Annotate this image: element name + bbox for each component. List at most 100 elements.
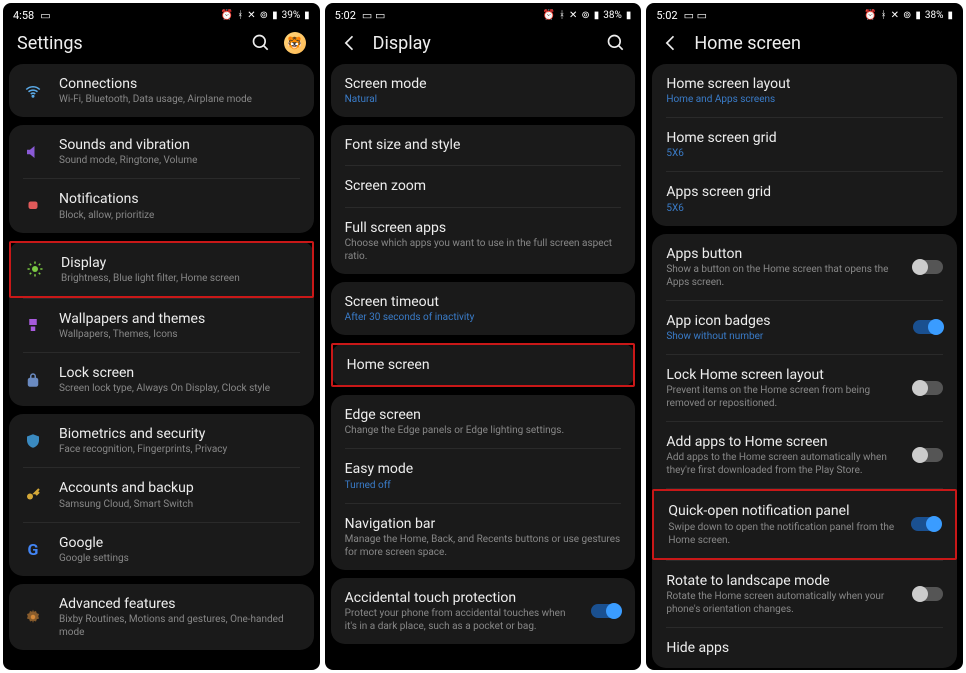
row-hide-apps[interactable]: Hide apps [652, 628, 957, 668]
toggle-rotate[interactable] [913, 587, 943, 601]
status-indicators: ⏰ᚼ✕⊚▮38%▮ [543, 10, 632, 21]
row-easy-mode[interactable]: Easy modeTurned off [331, 449, 636, 502]
settings-row-biometrics[interactable]: Biometrics and securityFace recognition,… [9, 414, 314, 467]
lock-icon [23, 370, 43, 390]
row-apps-button[interactable]: Apps buttonShow a button on the Home scr… [652, 234, 957, 300]
status-app-icon: ▭ [40, 9, 50, 22]
signal-icon: ▮ [915, 10, 921, 21]
row-sub: Show a button on the Home screen that op… [666, 263, 897, 289]
google-icon: G [23, 539, 43, 559]
status-indicators: ⏰ᚼ✕⊚▮38%▮ [864, 10, 953, 21]
settings-row-connections[interactable]: ConnectionsWi-Fi, Bluetooth, Data usage,… [9, 64, 314, 117]
row-hs-layout[interactable]: Home screen layoutHome and Apps screens [652, 64, 957, 117]
settings-row-advanced[interactable]: Advanced featuresBixby Routines, Motions… [9, 584, 314, 650]
row-title: Screen mode [345, 75, 622, 93]
row-title: Sounds and vibration [59, 136, 300, 154]
row-edge-screen[interactable]: Edge screenChange the Edge panels or Edg… [331, 395, 636, 448]
search-icon[interactable] [250, 32, 272, 54]
row-sub: Manage the Home, Back, and Recents butto… [345, 533, 622, 559]
row-hs-grid[interactable]: Home screen grid5X6 [652, 118, 957, 171]
settings-row-notifications[interactable]: NotificationsBlock, allow, prioritize [9, 179, 314, 232]
toggle-lock-layout[interactable] [913, 381, 943, 395]
row-sub: Wi-Fi, Bluetooth, Data usage, Airplane m… [59, 93, 300, 106]
row-title: Accidental touch protection [345, 589, 576, 607]
status-bar: 4:58 ▭ ⏰ ᚼ ✕ ⊚ ▮ 39% ▮ [3, 3, 320, 24]
row-sub: Screen lock type, Always On Display, Clo… [59, 382, 300, 395]
row-font[interactable]: Font size and style [331, 125, 636, 165]
row-title: Hide apps [666, 639, 943, 657]
profile-avatar[interactable]: 🐯 [284, 32, 306, 54]
wifi-icon: ⊚ [260, 10, 268, 21]
row-sub: Bixby Routines, Motions and gestures, On… [59, 613, 300, 639]
row-apps-grid[interactable]: Apps screen grid5X6 [652, 172, 957, 225]
row-title: Lock screen [59, 364, 300, 382]
row-title: Font size and style [345, 136, 622, 154]
battery-pct: 39% [282, 10, 301, 21]
toggle-icon-badges[interactable] [913, 320, 943, 334]
toggle-quick-open[interactable] [911, 517, 941, 531]
battery-icon: ▮ [304, 10, 310, 21]
row-quick-open-notif[interactable]: Quick-open notification panelSwipe down … [652, 489, 957, 559]
signal-icon: ▮ [594, 10, 600, 21]
back-icon[interactable] [660, 32, 682, 54]
toggle-accidental-touch[interactable] [591, 604, 621, 618]
status-bar: 5:02▭ ▭ ⏰ᚼ✕⊚▮38%▮ [646, 3, 963, 24]
row-title: Connections [59, 75, 300, 93]
battery-pct: 38% [925, 10, 944, 21]
bluetooth-icon: ᚼ [237, 10, 243, 21]
row-icon-badges[interactable]: App icon badgesShow without number [652, 301, 957, 354]
phone-screen-1: 4:58 ▭ ⏰ ᚼ ✕ ⊚ ▮ 39% ▮ Settings 🐯 Connec… [3, 3, 320, 670]
row-title: Google [59, 534, 300, 552]
row-sub: Google settings [59, 552, 300, 565]
mute-icon: ✕ [569, 10, 577, 21]
row-title: Home screen [347, 356, 620, 374]
row-title: Quick-open notification panel [668, 502, 895, 520]
row-title: Lock Home screen layout [666, 366, 897, 384]
header: Display [325, 24, 642, 64]
row-sub: Sound mode, Ringtone, Volume [59, 154, 300, 167]
row-title: Easy mode [345, 460, 622, 478]
settings-row-google[interactable]: G GoogleGoogle settings [9, 523, 314, 576]
mute-icon: ✕ [247, 10, 255, 21]
back-icon[interactable] [339, 32, 361, 54]
row-title: App icon badges [666, 312, 897, 330]
row-title: Home screen grid [666, 129, 943, 147]
sound-icon [23, 142, 43, 162]
settings-row-display[interactable]: DisplayBrightness, Blue light filter, Ho… [9, 241, 314, 298]
row-sub: Turned off [345, 479, 622, 492]
settings-row-wallpapers[interactable]: Wallpapers and themesWallpapers, Themes,… [9, 299, 314, 352]
status-time: 5:02 [656, 9, 677, 22]
row-home-screen[interactable]: Home screen [331, 343, 636, 387]
homescreen-list: Home screen layoutHome and Apps screens … [646, 64, 963, 670]
row-zoom[interactable]: Screen zoom [331, 166, 636, 206]
row-fullscreen-apps[interactable]: Full screen appsChoose which apps you wa… [331, 208, 636, 274]
toggle-add-apps[interactable] [913, 448, 943, 462]
row-sub: 5X6 [666, 202, 943, 215]
row-sub: Protect your phone from accidental touch… [345, 607, 576, 633]
row-title: Wallpapers and themes [59, 310, 300, 328]
alarm-icon: ⏰ [864, 10, 876, 21]
settings-row-lockscreen[interactable]: Lock screenScreen lock type, Always On D… [9, 353, 314, 406]
phone-screen-2: 5:02▭ ▭ ⏰ᚼ✕⊚▮38%▮ Display Screen modeNat… [325, 3, 642, 670]
row-sub: Add apps to the Home screen automaticall… [666, 451, 897, 477]
status-app-icon: ▭ ▭ [684, 9, 708, 22]
row-screen-timeout[interactable]: Screen timeoutAfter 30 seconds of inacti… [331, 282, 636, 335]
row-screen-mode[interactable]: Screen modeNatural [331, 64, 636, 117]
row-title: Add apps to Home screen [666, 433, 897, 451]
bell-icon [23, 196, 43, 216]
row-lock-hs-layout[interactable]: Lock Home screen layoutPrevent items on … [652, 355, 957, 421]
gear-icon [23, 607, 43, 627]
toggle-apps-button[interactable] [913, 260, 943, 274]
row-sub: Rotate the Home screen automatically whe… [666, 590, 897, 616]
row-sub: Change the Edge panels or Edge lighting … [345, 424, 622, 437]
row-rotate-landscape[interactable]: Rotate to landscape modeRotate the Home … [652, 561, 957, 627]
alarm-icon: ⏰ [221, 10, 233, 21]
search-icon[interactable] [605, 32, 627, 54]
status-time: 5:02 [335, 9, 356, 22]
settings-row-accounts[interactable]: Accounts and backupSamsung Cloud, Smart … [9, 468, 314, 521]
row-accidental-touch[interactable]: Accidental touch protectionProtect your … [331, 578, 636, 644]
row-add-apps[interactable]: Add apps to Home screenAdd apps to the H… [652, 422, 957, 488]
row-sub: Swipe down to open the notification pane… [668, 521, 895, 547]
row-navigation-bar[interactable]: Navigation barManage the Home, Back, and… [331, 504, 636, 570]
settings-row-sounds[interactable]: Sounds and vibrationSound mode, Ringtone… [9, 125, 314, 178]
